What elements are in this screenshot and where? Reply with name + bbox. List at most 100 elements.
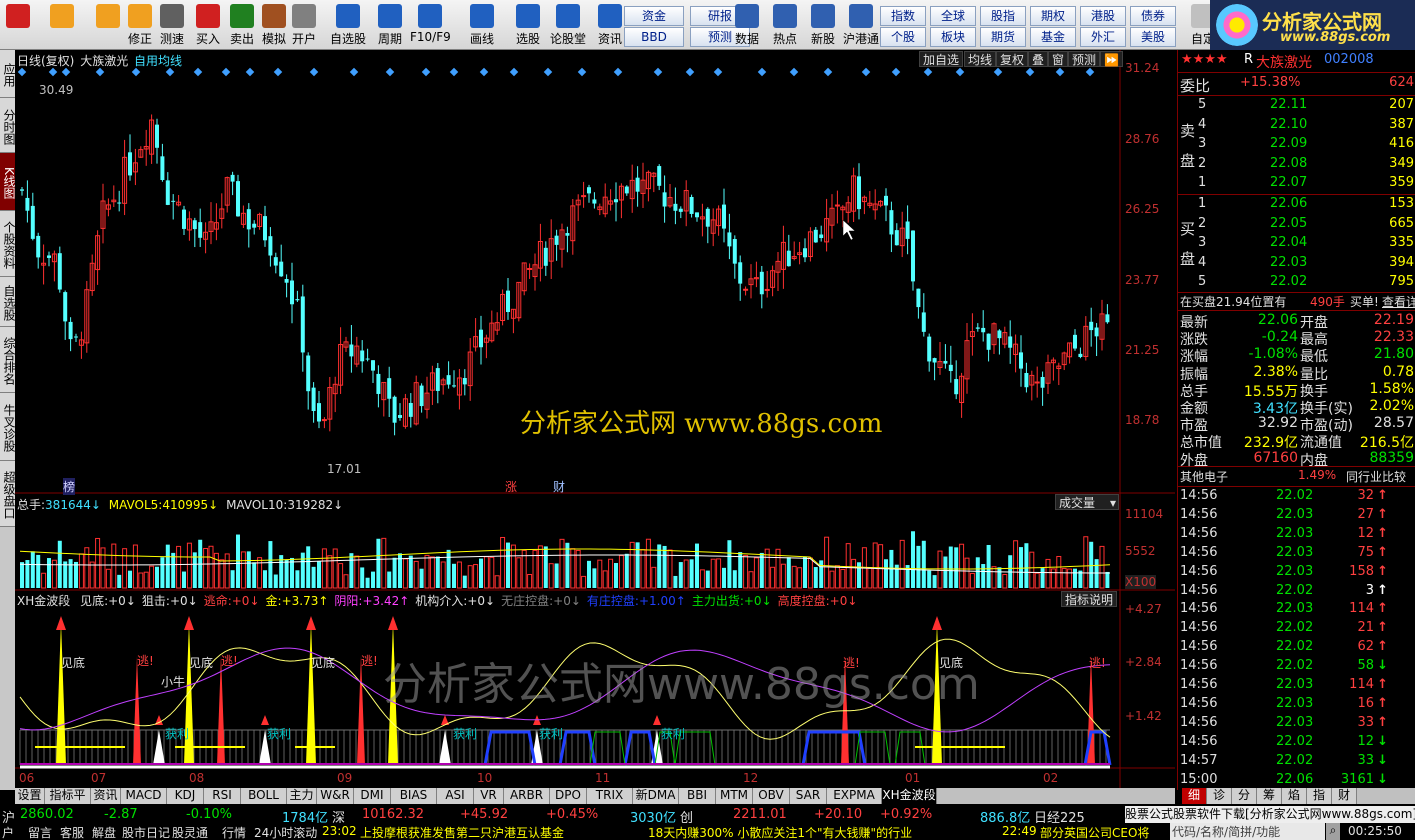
ad-banner[interactable]: 股票公式股票软件下载[分析家公式网www.88gs.com] bbox=[1125, 806, 1415, 823]
indicator-tab-12[interactable]: VR bbox=[474, 788, 504, 804]
cy-index-value[interactable]: 2211.01 bbox=[733, 807, 787, 822]
period-label[interactable]: 日线(复权) bbox=[17, 54, 74, 68]
quote-tab-1[interactable]: 诊 bbox=[1207, 788, 1232, 804]
toolbar-small-button-0[interactable]: 资金 bbox=[624, 6, 684, 26]
indicator-tab-8[interactable]: W&R bbox=[317, 788, 354, 804]
buy-row-3[interactable]: 4 22.03 394 bbox=[1178, 255, 1415, 274]
detail-link[interactable]: 查看详细 bbox=[1382, 293, 1415, 310]
market-button-10[interactable]: 外汇 bbox=[1080, 27, 1126, 47]
market-button-6[interactable]: 个股 bbox=[880, 27, 926, 47]
status-link-2[interactable]: 客服 bbox=[60, 824, 84, 840]
status-link-6[interactable]: 行情 bbox=[222, 824, 246, 840]
status-link-7[interactable]: 24小时滚动 bbox=[254, 824, 317, 840]
quote-tab-2[interactable]: 分 bbox=[1232, 788, 1257, 804]
quote-tab-4[interactable]: 焰 bbox=[1282, 788, 1307, 804]
toolbar-button-3[interactable]: 修正 bbox=[124, 2, 156, 48]
toolbar-small-button-2[interactable]: BBD bbox=[624, 27, 684, 47]
toolbar-button-14[interactable]: 论股堂 bbox=[548, 2, 588, 48]
hk-button[interactable]: 沪港通 bbox=[842, 2, 880, 48]
sz-index-value[interactable]: 10162.32 bbox=[362, 807, 424, 822]
indicator-tab-1[interactable]: 指标平台 bbox=[45, 788, 91, 817]
indicator-tab-14[interactable]: DPO bbox=[550, 788, 587, 804]
ma-label[interactable]: 自用均线 bbox=[134, 54, 182, 68]
indicator-tab-21[interactable]: EXPMA bbox=[827, 788, 882, 804]
market-button-9[interactable]: 基金 bbox=[1030, 27, 1076, 47]
market-button-3[interactable]: 期权 bbox=[1030, 6, 1076, 26]
quote-tab-6[interactable]: 财 bbox=[1332, 788, 1357, 804]
toolbar-button-4[interactable]: 测速 bbox=[156, 2, 188, 48]
news-ticker-2[interactable]: 18天内赚300% 小散应关注1个"有大钱赚"的行业 bbox=[648, 824, 912, 840]
pe-button[interactable]: 数据 bbox=[728, 2, 766, 48]
chart-header-button-0[interactable]: 加自选 bbox=[919, 51, 964, 67]
grid-button[interactable] bbox=[2, 2, 34, 48]
toolbar-button-12[interactable]: 画线 bbox=[462, 2, 502, 48]
indicator-tab-5[interactable]: RSI bbox=[204, 788, 241, 804]
quote-tab-0[interactable]: 细 bbox=[1182, 788, 1207, 804]
left-tab-4[interactable]: 自选股 bbox=[0, 277, 16, 327]
quote-tab-5[interactable]: 指 bbox=[1307, 788, 1332, 804]
indicator-tab-17[interactable]: BBI bbox=[679, 788, 716, 804]
toolbar-button-13[interactable]: 选股 bbox=[508, 2, 548, 48]
indicator-tab-15[interactable]: TRIX bbox=[587, 788, 633, 804]
left-tab-7[interactable]: 超级盘口 bbox=[0, 461, 16, 527]
indicator-tab-11[interactable]: ASI bbox=[437, 788, 474, 804]
market-button-11[interactable]: 美股 bbox=[1130, 27, 1176, 47]
left-tab-0[interactable]: 应用 bbox=[0, 50, 16, 98]
sector-name[interactable]: 其他电子 bbox=[1180, 468, 1228, 485]
indicator-tab-10[interactable]: BIAS bbox=[391, 788, 437, 804]
toolbar-button-10[interactable]: 周期 bbox=[370, 2, 410, 48]
event-mark-zhang[interactable]: 涨 bbox=[505, 478, 517, 495]
left-tab-5[interactable]: 综合排名 bbox=[0, 327, 16, 393]
market-button-0[interactable]: 指数 bbox=[880, 6, 926, 26]
left-tab-6[interactable]: 牛叉诊股 bbox=[0, 393, 16, 461]
stock-search-input[interactable]: 代码/名称/简拼/功能 bbox=[1170, 823, 1325, 840]
indicator-tab-13[interactable]: ARBR bbox=[504, 788, 550, 804]
indicator-tab-20[interactable]: SAR bbox=[790, 788, 827, 804]
toolbar-button-7[interactable]: 模拟 bbox=[258, 2, 290, 48]
market-button-4[interactable]: 港股 bbox=[1080, 6, 1126, 26]
indicator-tab-22[interactable]: XH金波段 bbox=[882, 788, 937, 804]
indicator-tab-0[interactable]: 设置 bbox=[15, 788, 45, 804]
up-down-button[interactable] bbox=[92, 2, 124, 48]
sector-compare-link[interactable]: 同行业比较 bbox=[1346, 468, 1406, 485]
toolbar-button-11[interactable]: F10/F9 bbox=[410, 2, 451, 48]
status-link-1[interactable]: 留言 bbox=[28, 824, 52, 840]
market-button-7[interactable]: 板块 bbox=[930, 27, 976, 47]
event-mark-bang[interactable]: 榜 bbox=[63, 478, 76, 495]
quote-tab-3[interactable]: 筹 bbox=[1257, 788, 1282, 804]
hot-button[interactable]: 热点 bbox=[766, 2, 804, 48]
indicator-name[interactable]: XH金波段 bbox=[17, 594, 70, 608]
buy-row-0[interactable]: 1 22.06 153 bbox=[1178, 196, 1415, 215]
toolbar-button-8[interactable]: 开户 bbox=[288, 2, 320, 48]
toolbar-button-6[interactable]: 卖出 bbox=[226, 2, 258, 48]
status-link-4[interactable]: 股市日记 bbox=[122, 824, 170, 840]
status-link-0[interactable]: 户 bbox=[2, 824, 14, 840]
chart-header-button-2[interactable]: 复权 bbox=[996, 51, 1029, 67]
indicator-tab-7[interactable]: 主力 bbox=[287, 788, 317, 804]
chart-header-button-4[interactable]: 窗 bbox=[1048, 51, 1069, 67]
indicator-tab-2[interactable]: 资讯 bbox=[91, 788, 121, 804]
sell-row-1[interactable]: 4 22.10 387 bbox=[1178, 117, 1415, 136]
sell-row-0[interactable]: 5 22.11 207 bbox=[1178, 97, 1415, 116]
back-arrow-button[interactable] bbox=[46, 2, 78, 48]
left-tab-1[interactable]: 分时图 bbox=[0, 98, 16, 153]
market-button-1[interactable]: 全球 bbox=[930, 6, 976, 26]
indicator-tab-9[interactable]: DMI bbox=[354, 788, 391, 804]
buy-row-1[interactable]: 2 22.05 665 bbox=[1178, 216, 1415, 235]
indicator-tab-3[interactable]: MACD bbox=[121, 788, 167, 804]
toolbar-button-5[interactable]: 买入 bbox=[192, 2, 224, 48]
status-link-5[interactable]: 股灵通 bbox=[172, 824, 208, 840]
chart-header-button-1[interactable]: 均线 bbox=[964, 51, 997, 67]
sell-row-3[interactable]: 2 22.08 349 bbox=[1178, 156, 1415, 175]
volume-dropdown[interactable]: 成交量 ▾ bbox=[1055, 494, 1119, 510]
indicator-tab-19[interactable]: OBV bbox=[753, 788, 790, 804]
chart-header-button-3[interactable]: 叠 bbox=[1028, 51, 1049, 67]
sell-row-4[interactable]: 1 22.07 359 bbox=[1178, 175, 1415, 194]
event-mark-cai[interactable]: 财 bbox=[553, 478, 565, 495]
indicator-tab-16[interactable]: 新DMA bbox=[633, 788, 679, 804]
market-button-8[interactable]: 期货 bbox=[980, 27, 1026, 47]
market-button-2[interactable]: 股指 bbox=[980, 6, 1026, 26]
indicator-help-button[interactable]: 指标说明 bbox=[1061, 591, 1118, 607]
sh-index-value[interactable]: 2860.02 bbox=[20, 807, 74, 822]
toolbar-button-9[interactable]: 自选股 bbox=[328, 2, 368, 48]
